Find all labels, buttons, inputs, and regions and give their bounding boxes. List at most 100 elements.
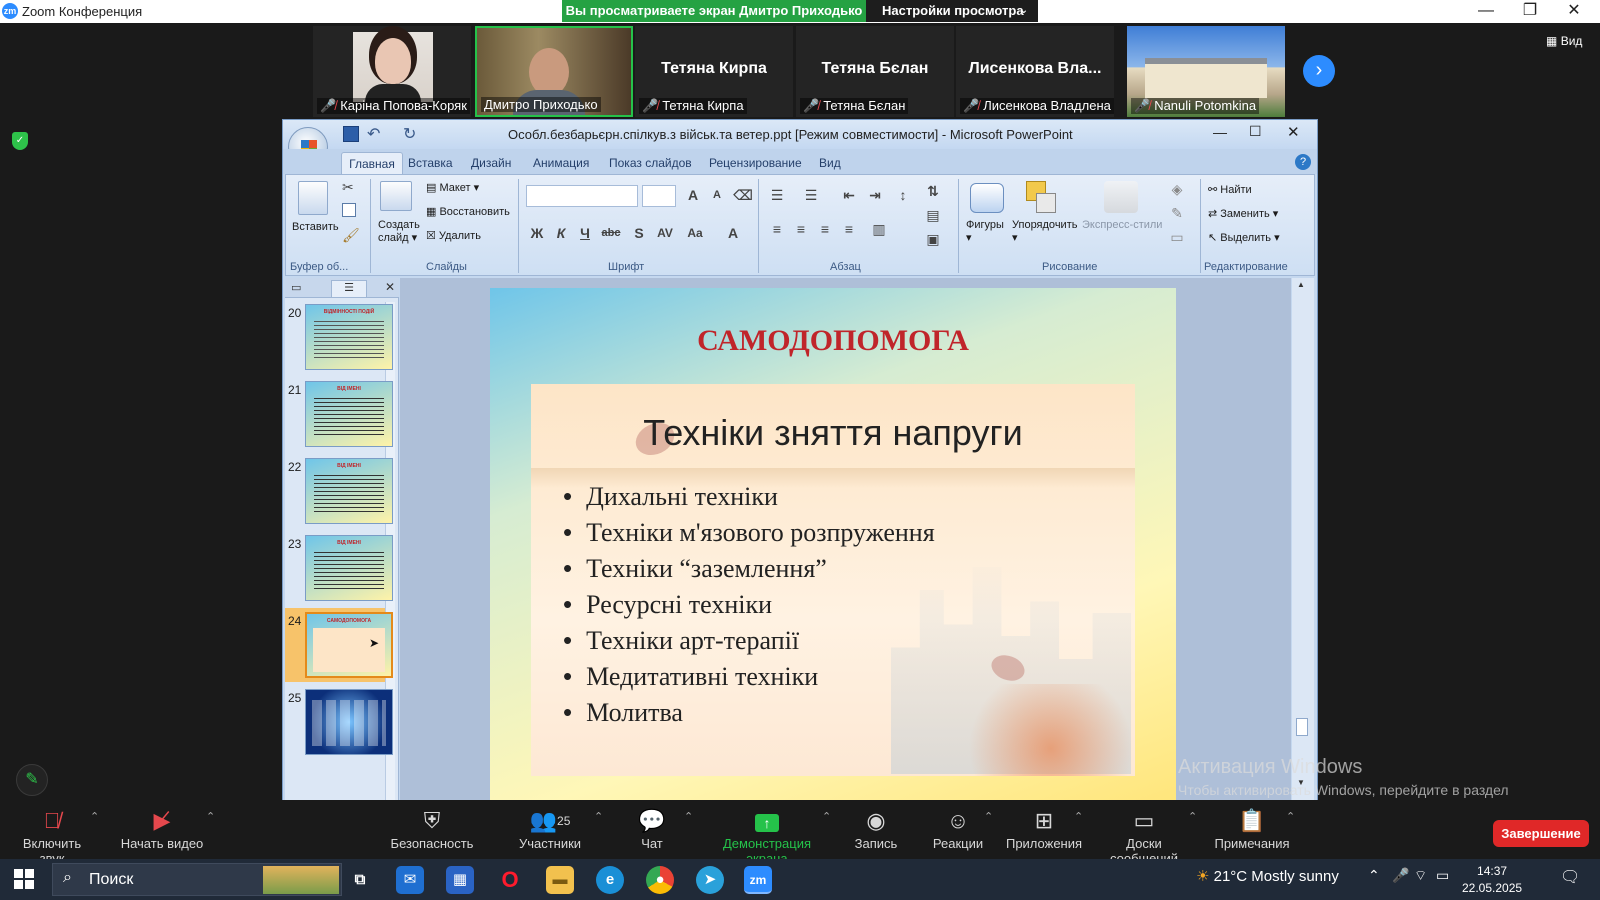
grow-font-icon[interactable]: A	[682, 185, 704, 205]
chrome-browser-icon[interactable]: ●	[646, 866, 674, 894]
annotate-pen-icon[interactable]: ✎	[16, 764, 48, 796]
numbering-icon[interactable]: ☰	[800, 185, 822, 205]
cut-icon[interactable]: ✂	[342, 179, 354, 196]
caret-up-icon[interactable]: ⌃	[984, 810, 993, 823]
view-settings-button[interactable]: Настройки просмотра ⌄	[866, 0, 1038, 22]
paste-button[interactable]: Вставить	[292, 221, 339, 233]
mail-app-icon[interactable]: ✉	[396, 866, 424, 894]
notifications-icon[interactable]: 🗨	[1560, 867, 1580, 887]
tab-slideshow[interactable]: Показ слайдов	[609, 156, 692, 170]
caret-up-icon[interactable]: ⌃	[90, 810, 99, 823]
save-icon[interactable]	[343, 126, 359, 142]
align-text-icon[interactable]: ▤	[922, 205, 944, 225]
columns-icon[interactable]: ▥	[868, 219, 890, 239]
apps-button[interactable]: ⊞ Приложения ⌃	[1004, 806, 1084, 851]
shape-outline-icon[interactable]: ✎	[1166, 203, 1188, 223]
telegram-app-icon[interactable]: ➤	[696, 866, 724, 894]
caret-up-icon[interactable]: ⌃	[1074, 810, 1083, 823]
caret-up-icon[interactable]: ⌃	[206, 810, 215, 823]
select-button[interactable]: ↖ Выделить ▾	[1208, 231, 1280, 244]
edge-browser-icon[interactable]: e	[596, 866, 624, 894]
text-direction-icon[interactable]: ⇅	[922, 181, 944, 201]
new-slide-button[interactable]: Создать слайд ▾	[378, 219, 420, 244]
minimize-icon[interactable]: —	[1476, 2, 1496, 20]
close-icon[interactable]: ✕	[1564, 2, 1584, 20]
clear-format-icon[interactable]: ⌫	[732, 185, 754, 205]
decrease-indent-icon[interactable]: ⇤	[838, 185, 860, 205]
change-case-icon[interactable]: Aa	[684, 223, 706, 243]
tray-mic-icon[interactable]: 🎤	[1392, 867, 1409, 884]
windows-start-icon[interactable]	[14, 869, 34, 889]
justify-icon[interactable]: ≡	[838, 219, 860, 239]
participant-tile[interactable]: 🎤̸ Nanuli Potomkina	[1127, 26, 1285, 117]
slide-thumbnail-selected[interactable]: САМОДОПОМОГА ➤	[305, 612, 393, 678]
share-screen-button[interactable]: ↑ Демонстрация экрана ⌃	[704, 806, 831, 866]
slide-thumbnail[interactable]: ВІД ІМЕНІ	[305, 535, 393, 601]
tab-insert[interactable]: Вставка	[408, 156, 453, 170]
ppt-close-icon[interactable]: ✕	[1287, 123, 1300, 141]
bold-icon[interactable]: Ж	[526, 223, 548, 243]
tab-review[interactable]: Рецензирование	[709, 156, 802, 170]
close-pane-icon[interactable]: ✕	[385, 280, 395, 294]
caret-up-icon[interactable]: ⌃	[822, 810, 831, 823]
participant-tile[interactable]: Тетяна Бєлан 🎤̸ Тетяна Бєлан	[796, 26, 954, 117]
file-explorer-icon[interactable]: ▬	[546, 866, 574, 894]
unmute-button[interactable]: 🎙̸ Включить звук ⌃	[10, 806, 99, 866]
format-painter-icon[interactable]: 🖌	[342, 227, 360, 244]
spacing-icon[interactable]: AV	[654, 223, 676, 243]
battery-icon[interactable]: ▭	[1436, 867, 1449, 884]
increase-indent-icon[interactable]: ⇥	[864, 185, 886, 205]
delete-slide-button[interactable]: ☒ Удалить	[426, 229, 481, 242]
start-video-button[interactable]: ▶̸ Начать видео ⌃	[120, 806, 216, 851]
opera-browser-icon[interactable]: O	[496, 866, 524, 894]
view-button[interactable]: ▦ Вид	[1546, 34, 1582, 48]
scroll-thumb[interactable]	[1296, 718, 1308, 736]
shape-effects-icon[interactable]: ▭	[1166, 227, 1188, 247]
slide-thumbnail[interactable]: ВІД ІМЕНІ	[305, 458, 393, 524]
ppt-minimize-icon[interactable]: —	[1213, 124, 1227, 140]
notes-button[interactable]: 📋 Примечания ⌃	[1214, 806, 1295, 851]
strikethrough-icon[interactable]: abc	[600, 223, 622, 243]
undo-icon[interactable]: ↶	[367, 124, 380, 144]
store-app-icon[interactable]: ▦	[446, 866, 474, 894]
replace-button[interactable]: ⇄ Заменить ▾	[1208, 207, 1278, 220]
tab-home[interactable]: Главная	[341, 152, 403, 175]
align-left-icon[interactable]: ≡	[766, 219, 788, 239]
font-name-select[interactable]	[526, 185, 638, 207]
outline-tab-icon[interactable]: ☰	[331, 280, 367, 298]
shrink-font-icon[interactable]: A	[706, 185, 728, 205]
reset-button[interactable]: ▦ Восстановить	[426, 205, 510, 218]
quick-styles-button[interactable]: Экспресс-стили	[1082, 219, 1162, 231]
participant-tile[interactable]: 🎤̸ Каріна Попова-Коряк	[313, 26, 471, 117]
slides-tab-icon[interactable]: ▭	[291, 281, 301, 294]
current-slide[interactable]: САМОДОПОМОГА Техніки зняття напруги Диха…	[490, 288, 1176, 806]
taskbar-clock[interactable]: 14:37 22.05.2025	[1462, 863, 1522, 897]
participant-tile-active-speaker[interactable]: Дмитро Приходько	[475, 26, 633, 117]
participant-tile[interactable]: Тетяна Кирпа 🎤̸ Тетяна Кирпа	[635, 26, 793, 117]
bullets-icon[interactable]: ☰	[766, 185, 788, 205]
copy-icon[interactable]	[342, 203, 356, 217]
layout-button[interactable]: ▤ Макет ▾	[426, 181, 479, 194]
security-button[interactable]: ⛨ Безопасность	[390, 806, 474, 851]
tab-view[interactable]: Вид	[819, 156, 841, 170]
taskbar-search-box[interactable]: ⌕ Поиск	[52, 863, 342, 896]
restore-icon[interactable]: ❐	[1520, 2, 1540, 20]
underline-icon[interactable]: Ч	[574, 223, 596, 243]
align-right-icon[interactable]: ≡	[814, 219, 836, 239]
help-icon[interactable]: ?	[1295, 154, 1311, 170]
align-center-icon[interactable]: ≡	[790, 219, 812, 239]
find-button[interactable]: ⚯ Найти	[1208, 183, 1252, 196]
shapes-button[interactable]: Фигуры ▾	[966, 219, 1004, 244]
font-color-icon[interactable]: A	[722, 223, 744, 243]
shadow-icon[interactable]: S	[628, 223, 650, 243]
record-button[interactable]: ◉ Запись	[850, 806, 902, 851]
tray-expand-icon[interactable]: ⌃	[1368, 867, 1380, 884]
scroll-up-icon[interactable]: ▲	[1297, 280, 1305, 289]
zoom-app-icon[interactable]: zm	[744, 866, 772, 894]
network-icon[interactable]: ⌔	[1414, 867, 1427, 885]
line-spacing-icon[interactable]: ↕	[892, 185, 914, 205]
weather-widget[interactable]: ☀ 21°C Mostly sunny	[1196, 867, 1339, 885]
slide-thumbnail[interactable]: ВІД ІМЕНІ	[305, 381, 393, 447]
task-view-icon[interactable]: ⧉	[346, 866, 374, 894]
editor-scrollbar[interactable]: ▲ ▼	[1292, 278, 1314, 806]
